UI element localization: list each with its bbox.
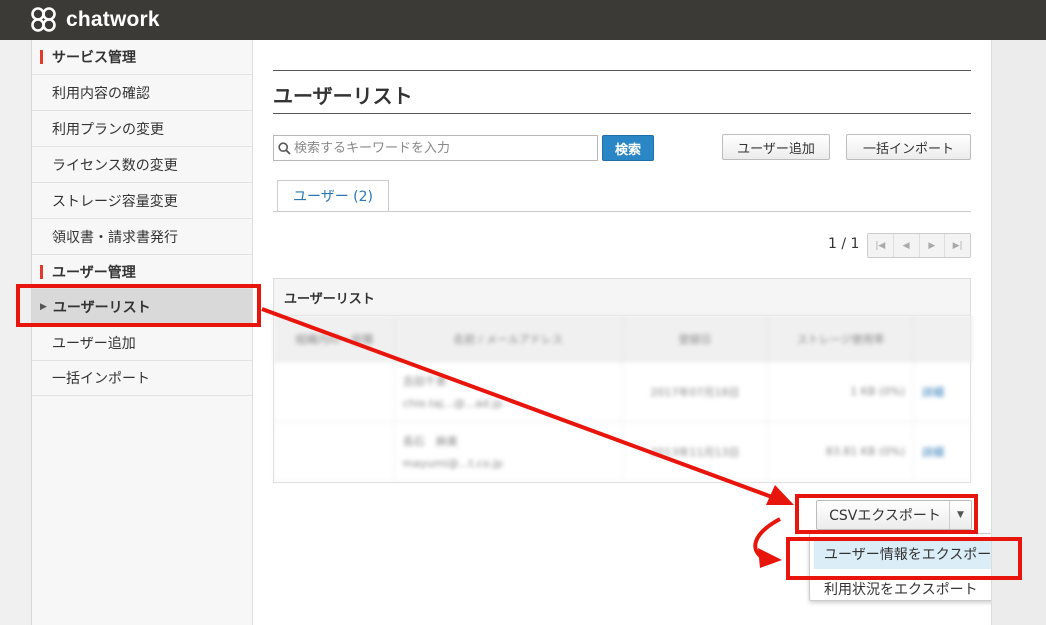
sidebar-item-label: ストレージ容量変更 <box>52 193 178 210</box>
pagination: |◀ ◀ ▶ ▶| <box>867 233 971 258</box>
column-header: ストレージ使用率 <box>767 316 915 362</box>
page-title: ユーザーリスト <box>273 84 413 108</box>
sidebar-item-label: ユーザー追加 <box>52 335 136 352</box>
sidebar-item-usage[interactable]: 利用内容の確認 <box>32 74 252 110</box>
export-dropdown-menu: ユーザー情報をエクスポート 利用状況をエクスポート <box>809 533 1018 601</box>
cell-id <box>274 421 395 482</box>
cell-id <box>274 361 395 422</box>
menu-item-export-usage[interactable]: 利用状況をエクスポート <box>810 573 1017 604</box>
sidebar-section-users: ユーザー管理 <box>32 254 252 288</box>
column-header: 組織内ID・役職 <box>274 316 395 362</box>
column-header <box>913 316 972 362</box>
sidebar: サービス管理 利用内容の確認 利用プランの変更 ライセンス数の変更 ストレージ容… <box>32 40 253 625</box>
user-name: 吉田千恵 <box>402 375 447 388</box>
search-input[interactable] <box>294 140 584 156</box>
cell-storage: 1 KB (0%) <box>767 361 915 422</box>
cell-name-email: 吉田千恵 chie.taj...@...ad.jp <box>393 361 623 422</box>
section-marker <box>40 50 43 64</box>
sidebar-item-label: 一括インポート <box>52 371 150 387</box>
user-email: chie.taj...@...ad.jp <box>402 397 503 410</box>
tab-divider <box>273 211 971 212</box>
left-strip <box>0 40 32 625</box>
caret-right-icon: ▶ <box>40 301 47 312</box>
cell-name-email: 長石 麻美 mayumi@...t.co.jp <box>393 421 623 482</box>
last-page-icon[interactable]: ▶| <box>945 234 970 257</box>
cell-date: 2017年07月18日 <box>621 361 769 422</box>
chatwork-logo-icon <box>31 7 56 32</box>
csv-export-button[interactable]: CSVエクスポート ▼ <box>816 500 972 530</box>
card-title: ユーザーリスト <box>274 279 970 316</box>
right-gutter <box>991 40 1046 625</box>
section-title: ユーザー管理 <box>52 264 136 281</box>
chatwork-logo[interactable]: chatwork <box>30 6 160 34</box>
user-name: 長石 麻美 <box>402 435 458 448</box>
search-button[interactable]: 検索 <box>602 135 654 161</box>
sidebar-item-add-user[interactable]: ユーザー追加 <box>32 324 252 360</box>
column-header: 名前 / メールアドレス <box>393 316 623 362</box>
user-email: mayumi@...t.co.jp <box>402 457 503 470</box>
sidebar-item-receipts[interactable]: 領収書・請求書発行 <box>32 218 252 254</box>
add-user-button[interactable]: ユーザー追加 <box>722 134 830 160</box>
table-row: 吉田千恵 chie.taj...@...ad.jp 2017年07月18日 1 … <box>274 361 972 422</box>
chevron-down-icon[interactable]: ▼ <box>949 501 971 529</box>
section-marker <box>40 264 43 279</box>
detail-link[interactable]: 詳細 <box>913 361 972 422</box>
table-row: 長石 麻美 mayumi@...t.co.jp 2013年11月13日 83.8… <box>274 421 972 482</box>
bulk-import-button[interactable]: 一括インポート <box>846 134 971 160</box>
sidebar-section-service: サービス管理 <box>32 40 252 74</box>
cell-date: 2013年11月13日 <box>621 421 769 482</box>
title-bottom-divider <box>273 113 971 114</box>
title-top-divider <box>273 70 971 71</box>
search-icon <box>278 141 291 155</box>
cell-storage: 83.81 KB (0%) <box>767 421 915 482</box>
sidebar-item-label: ライセンス数の変更 <box>52 157 178 174</box>
next-page-icon[interactable]: ▶ <box>919 234 946 257</box>
section-title: サービス管理 <box>52 50 136 66</box>
sidebar-item-label: 利用内容の確認 <box>52 85 150 102</box>
detail-link[interactable]: 詳細 <box>913 421 972 482</box>
user-list-card: ユーザーリスト 組織内ID・役職 名前 / メールアドレス 登録日 ストレージ使… <box>273 278 972 483</box>
menu-item-export-user-info[interactable]: ユーザー情報をエクスポート <box>814 538 1013 569</box>
sidebar-item-label: 利用プランの変更 <box>52 121 164 138</box>
sidebar-item-label: 領収書・請求書発行 <box>52 229 178 246</box>
sidebar-item-bulk-import[interactable]: 一括インポート <box>32 360 252 396</box>
top-bar: chatwork <box>0 0 1046 40</box>
prev-page-icon[interactable]: ◀ <box>893 234 920 257</box>
page-indicator: 1 / 1 <box>828 236 860 252</box>
search-field[interactable] <box>273 135 598 161</box>
sidebar-item-user-list[interactable]: ▶ ユーザーリスト <box>32 288 252 324</box>
sidebar-item-label: ユーザーリスト <box>52 299 151 316</box>
column-header: 登録日 <box>621 316 769 362</box>
tab-users[interactable]: ユーザー (2) <box>277 180 389 212</box>
app-name: chatwork <box>66 8 160 31</box>
first-page-icon[interactable]: |◀ <box>868 234 894 257</box>
csv-export-label: CSVエクスポート <box>829 508 941 524</box>
sidebar-item-license-change[interactable]: ライセンス数の変更 <box>32 146 252 182</box>
table-header-row: 組織内ID・役職 名前 / メールアドレス 登録日 ストレージ使用率 <box>274 316 972 362</box>
user-table: 組織内ID・役職 名前 / メールアドレス 登録日 ストレージ使用率 吉田千恵 … <box>274 316 972 482</box>
main-panel: ユーザーリスト 検索 ユーザー追加 一括インポート ユーザー (2) 1 / 1… <box>253 40 1018 625</box>
sidebar-item-storage-change[interactable]: ストレージ容量変更 <box>32 182 252 218</box>
sidebar-item-plan-change[interactable]: 利用プランの変更 <box>32 110 252 146</box>
